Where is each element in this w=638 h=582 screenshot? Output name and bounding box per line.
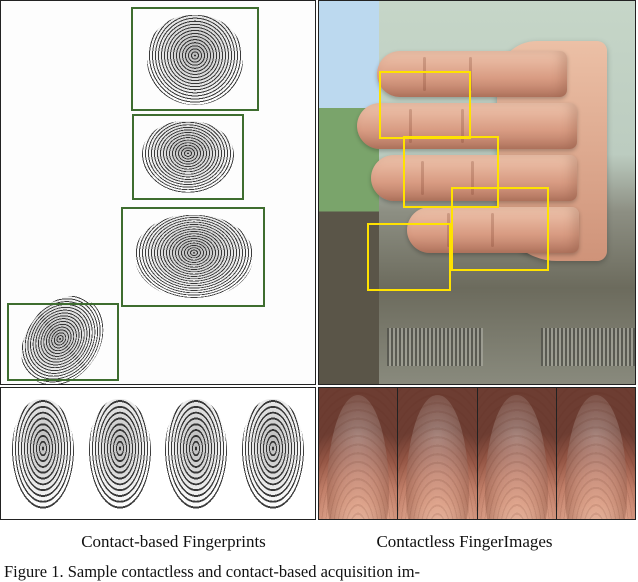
fingerprint-strip-3 xyxy=(165,399,227,509)
fingertip-crop-1 xyxy=(319,388,397,519)
fingertip-crop-2 xyxy=(397,388,476,519)
caption-right: Contactless FingerImages xyxy=(319,532,610,552)
panels-row xyxy=(0,0,638,520)
fingerprint-strip-2 xyxy=(89,399,151,509)
bbox-yellow-3 xyxy=(451,187,549,271)
bbox-yellow-1 xyxy=(379,71,471,139)
bbox-yellow-4 xyxy=(367,223,451,291)
caption-left: Contact-based Fingerprints xyxy=(28,532,319,552)
bbox-green-1 xyxy=(131,7,259,111)
contactless-crops-strip xyxy=(318,387,636,520)
bbox-green-2 xyxy=(132,114,244,200)
contact-fingerprints-panel xyxy=(0,0,316,385)
captions-row: Contact-based Fingerprints Contactless F… xyxy=(0,520,638,552)
bbox-green-3 xyxy=(121,207,265,307)
figure-wrap: Contact-based Fingerprints Contactless F… xyxy=(0,0,638,582)
figure-caption-text: Figure 1. Sample contactless and contact… xyxy=(4,562,420,581)
figure-caption-truncated: Figure 1. Sample contactless and contact… xyxy=(0,562,638,582)
fingerprint-strip-4 xyxy=(242,399,304,509)
bbox-green-4 xyxy=(7,303,119,381)
fingertip-crop-3 xyxy=(477,388,556,519)
contactless-hand-panel xyxy=(318,0,636,385)
left-column xyxy=(0,0,316,520)
contact-fingerprints-strip xyxy=(0,387,316,520)
right-column xyxy=(318,0,636,520)
fingertip-crop-4 xyxy=(556,388,635,519)
bg-stripe-2 xyxy=(541,328,636,366)
bg-stripe-1 xyxy=(387,328,483,366)
fingerprint-strip-1 xyxy=(12,399,74,509)
